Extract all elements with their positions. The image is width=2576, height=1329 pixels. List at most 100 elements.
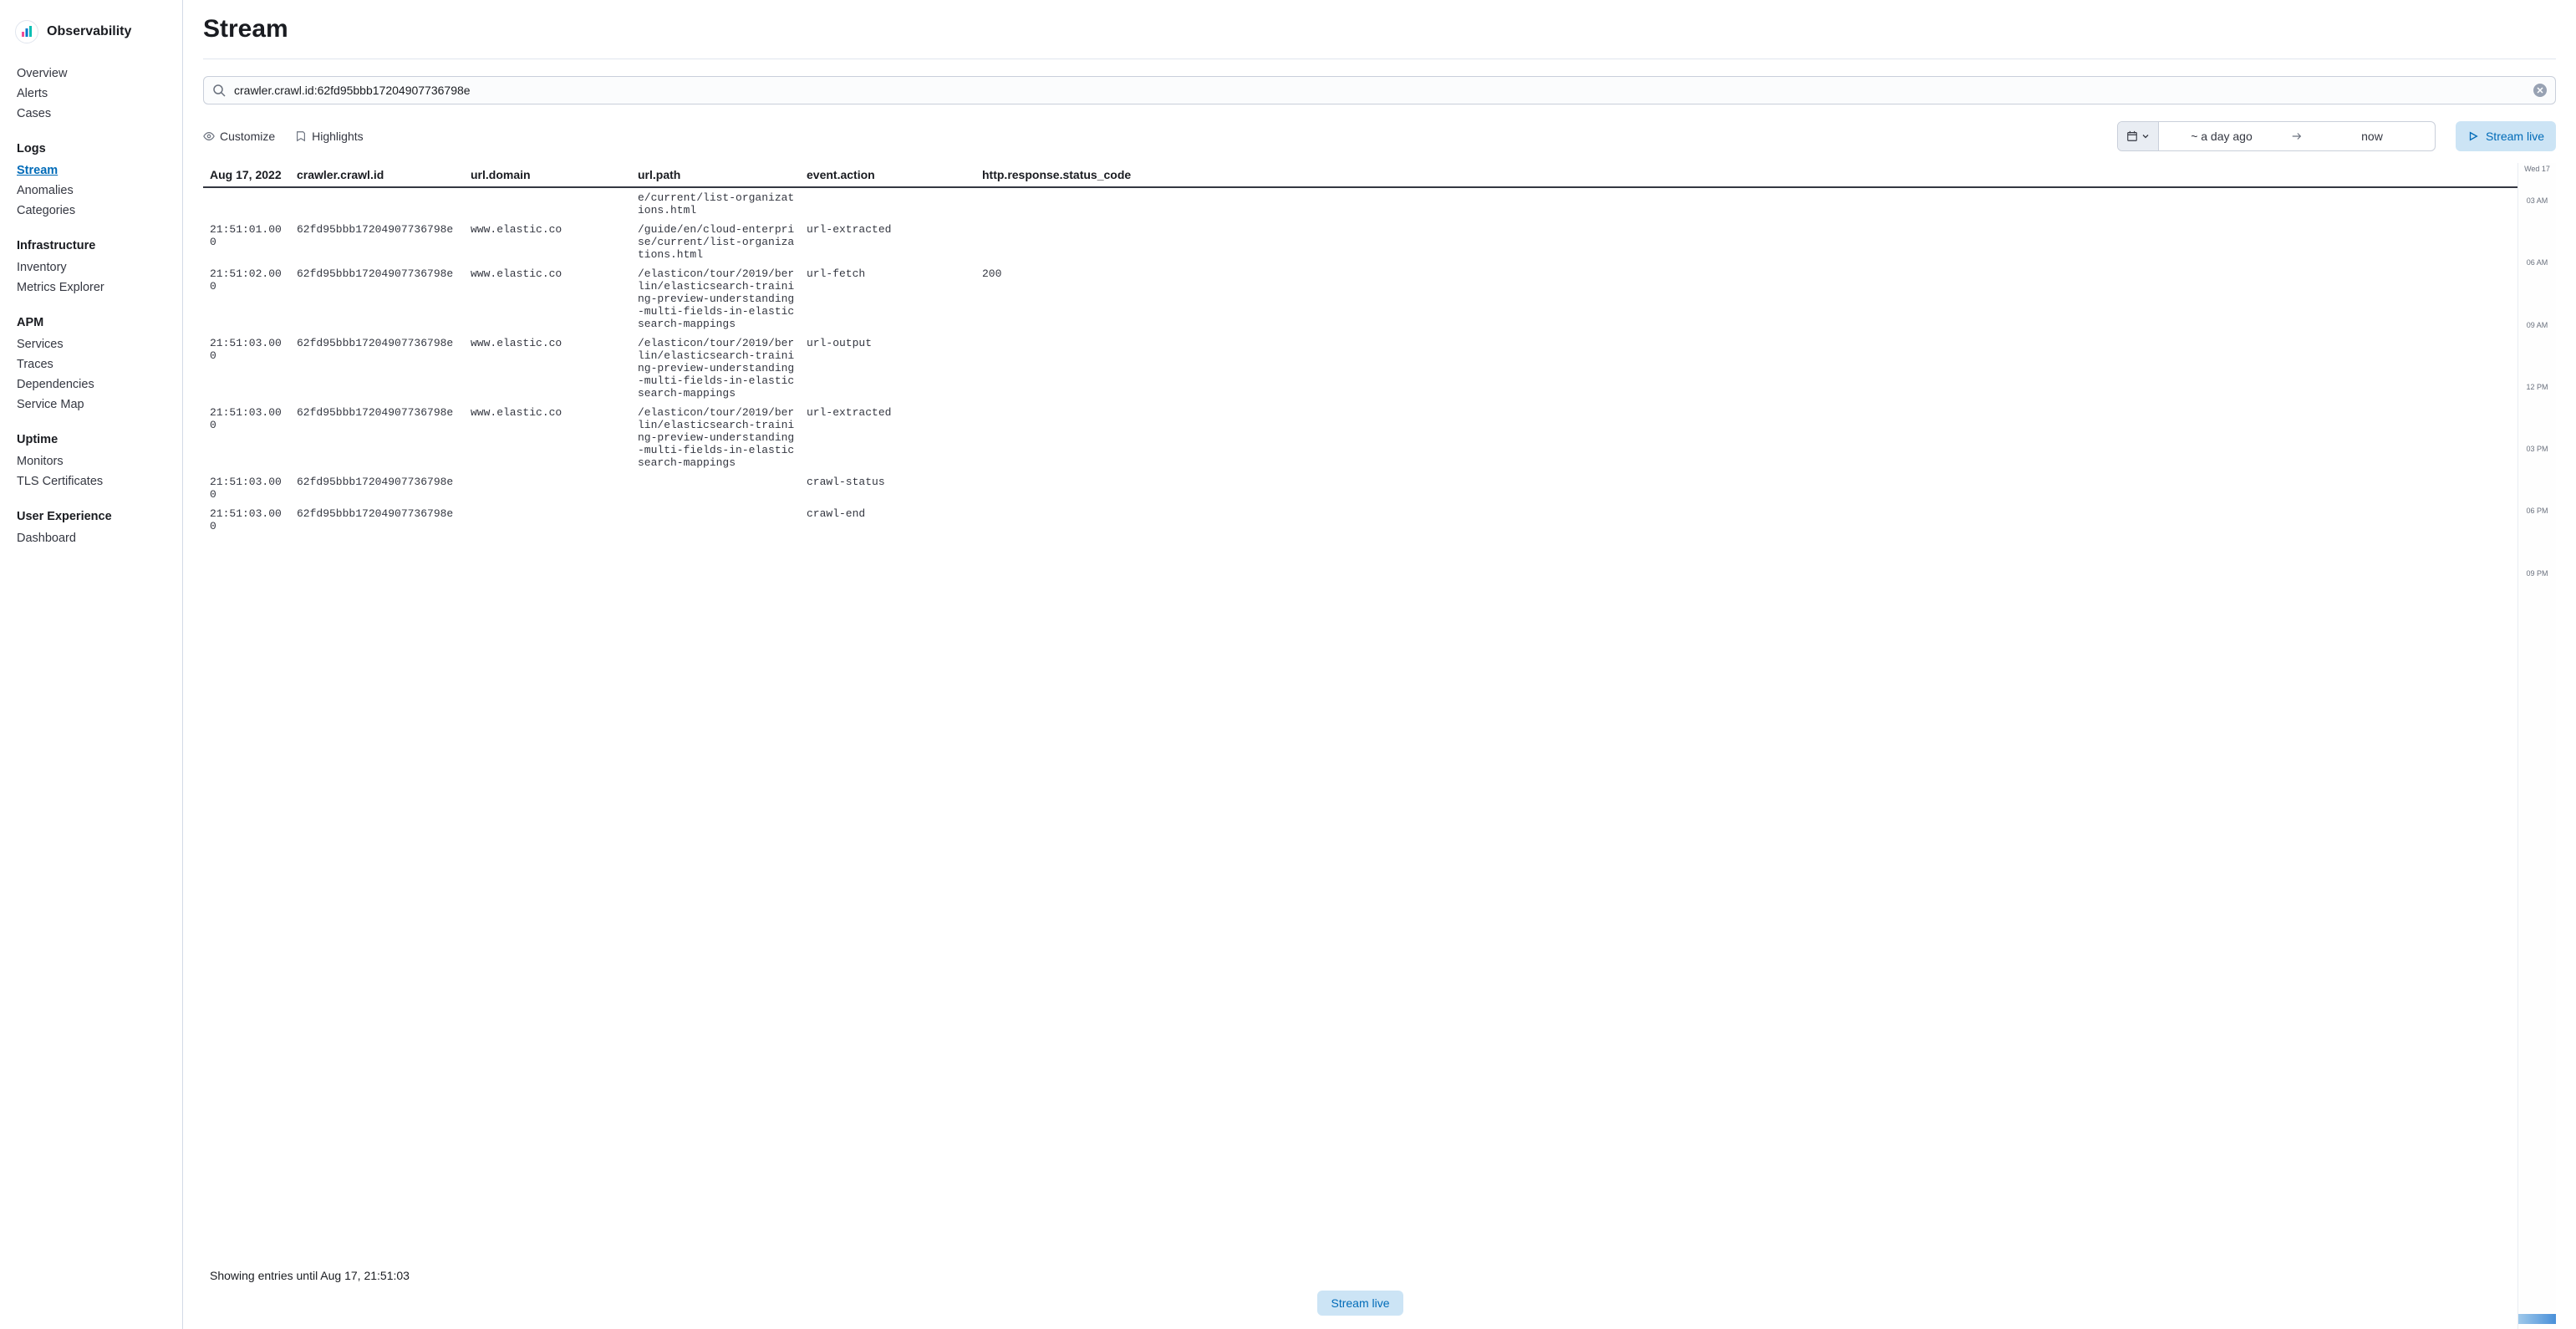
sidebar-item-dashboard[interactable]: Dashboard <box>0 528 182 548</box>
calendar-icon <box>2126 130 2138 142</box>
table-row[interactable]: 21:51:01.00062fd95bbb17204907736798ewww.… <box>203 220 2517 264</box>
sidebar-item-categories[interactable]: Categories <box>0 201 182 221</box>
sidebar-item-tls-certificates[interactable]: TLS Certificates <box>0 471 182 491</box>
timeline-tick: 09 PM <box>2520 569 2554 578</box>
table-row[interactable]: 21:51:03.00062fd95bbb17204907736798ecraw… <box>203 472 2517 504</box>
timeline-marker <box>2518 1314 2556 1324</box>
sidebar-item-stream[interactable]: Stream <box>0 160 182 181</box>
cell-crawl: 62fd95bbb17204907736798e <box>297 223 471 236</box>
arrow-right-icon <box>2284 122 2309 150</box>
cell-time: 21:51:01.000 <box>203 223 297 248</box>
table-row[interactable]: 21:51:02.00062fd95bbb17204907736798ewww.… <box>203 264 2517 334</box>
cell-path: /guide/en/cloud-enterprise/current/list-… <box>638 223 807 261</box>
cell-crawl: 62fd95bbb17204907736798e <box>297 507 471 520</box>
cell-crawl: 62fd95bbb17204907736798e <box>297 476 471 488</box>
sidebar-item-alerts[interactable]: Alerts <box>0 84 182 104</box>
sidebar-item-anomalies[interactable]: Anomalies <box>0 181 182 201</box>
sidebar: Observability OverviewAlertsCases LogsSt… <box>0 0 183 1329</box>
clear-search-button[interactable] <box>2533 84 2547 97</box>
stream-live-bottom-button[interactable]: Stream live <box>1317 1291 1403 1316</box>
highlights-label: Highlights <box>312 130 363 143</box>
stream-live-button[interactable]: Stream live <box>2456 121 2556 151</box>
col-path[interactable]: url.path <box>638 168 807 181</box>
observability-logo-icon <box>15 20 38 43</box>
sidebar-item-cases[interactable]: Cases <box>0 104 182 124</box>
nav-heading: User Experience <box>0 505 182 528</box>
timeline-day-label: Wed 17 <box>2520 165 2554 173</box>
cell-action: url-extracted <box>807 223 982 236</box>
cell-domain: www.elastic.co <box>471 337 638 349</box>
footer-note: Showing entries until Aug 17, 21:51:03 <box>203 1254 2517 1291</box>
nav-heading: APM <box>0 311 182 334</box>
table-row[interactable]: e/current/list-organizations.html <box>203 188 2517 220</box>
timeline-minimap[interactable]: Wed 1703 AM06 AM09 AM12 PM03 PM06 PM09 P… <box>2517 163 2556 1329</box>
nav-section-user-experience: User ExperienceDashboard <box>0 502 182 558</box>
log-table: Aug 17, 2022 crawler.crawl.id url.domain… <box>203 163 2517 1329</box>
col-action[interactable]: event.action <box>807 168 982 181</box>
timeline-tick: 06 AM <box>2520 258 2554 267</box>
cell-action: url-output <box>807 337 982 349</box>
date-picker-button[interactable] <box>2118 122 2159 150</box>
search-input[interactable] <box>234 84 2525 97</box>
sidebar-item-inventory[interactable]: Inventory <box>0 257 182 278</box>
sidebar-item-monitors[interactable]: Monitors <box>0 451 182 471</box>
date-range-picker: ~ a day ago now <box>2117 121 2436 151</box>
cell-crawl: 62fd95bbb17204907736798e <box>297 267 471 280</box>
cell-path: /elasticon/tour/2019/berlin/elasticsearc… <box>638 267 807 330</box>
sidebar-item-overview[interactable]: Overview <box>0 64 182 84</box>
main: Stream Customize Highlights ~ a day ago <box>183 0 2576 1329</box>
cell-time: 21:51:03.000 <box>203 507 297 532</box>
cell-domain: www.elastic.co <box>471 406 638 419</box>
sidebar-item-dependencies[interactable]: Dependencies <box>0 374 182 395</box>
col-timestamp[interactable]: Aug 17, 2022 <box>203 168 297 181</box>
cell-action: url-extracted <box>807 406 982 419</box>
customize-button[interactable]: Customize <box>203 130 275 143</box>
play-icon <box>2467 130 2479 142</box>
page-title: Stream <box>203 15 2556 59</box>
nav-heading: Uptime <box>0 428 182 451</box>
timeline-tick: 12 PM <box>2520 383 2554 391</box>
search-icon <box>212 84 226 97</box>
cell-action: url-fetch <box>807 267 982 280</box>
date-from[interactable]: ~ a day ago <box>2159 122 2284 150</box>
cell-path: /elasticon/tour/2019/berlin/elasticsearc… <box>638 406 807 469</box>
table-header: Aug 17, 2022 crawler.crawl.id url.domain… <box>203 163 2517 188</box>
col-domain[interactable]: url.domain <box>471 168 638 181</box>
cell-time: 21:51:03.000 <box>203 476 297 501</box>
nav-section-logs: LogsStreamAnomaliesCategories <box>0 134 182 231</box>
col-status[interactable]: http.response.status_code <box>982 168 2517 181</box>
brand: Observability <box>0 13 182 60</box>
search-bar[interactable] <box>203 76 2556 104</box>
timeline-tick: 09 AM <box>2520 321 2554 329</box>
customize-label: Customize <box>220 130 275 143</box>
nav-section-uptime: UptimeMonitorsTLS Certificates <box>0 425 182 502</box>
cell-path: /elasticon/tour/2019/berlin/elasticsearc… <box>638 337 807 400</box>
nav-section-infrastructure: InfrastructureInventoryMetrics Explorer <box>0 231 182 308</box>
table-body[interactable]: e/current/list-organizations.html21:51:0… <box>203 188 2517 1254</box>
sidebar-item-service-map[interactable]: Service Map <box>0 395 182 415</box>
cell-crawl: 62fd95bbb17204907736798e <box>297 337 471 349</box>
sidebar-item-services[interactable]: Services <box>0 334 182 354</box>
cell-domain: www.elastic.co <box>471 223 638 236</box>
sidebar-item-metrics-explorer[interactable]: Metrics Explorer <box>0 278 182 298</box>
table-row[interactable]: 21:51:03.00062fd95bbb17204907736798ewww.… <box>203 403 2517 472</box>
table-row[interactable]: 21:51:03.00062fd95bbb17204907736798ewww.… <box>203 334 2517 403</box>
cell-action: crawl-end <box>807 507 982 520</box>
nav-section-apm: APMServicesTracesDependenciesService Map <box>0 308 182 425</box>
sidebar-item-traces[interactable]: Traces <box>0 354 182 374</box>
timeline-tick: 03 AM <box>2520 196 2554 205</box>
cell-time: 21:51:03.000 <box>203 406 297 431</box>
cell-time: 21:51:02.000 <box>203 267 297 293</box>
highlights-button[interactable]: Highlights <box>295 130 363 143</box>
nav-heading: Logs <box>0 137 182 160</box>
nav-heading: Infrastructure <box>0 234 182 257</box>
cell-time: 21:51:03.000 <box>203 337 297 362</box>
timeline-tick: 06 PM <box>2520 507 2554 515</box>
table-row[interactable]: 21:51:03.00062fd95bbb17204907736798e craw… <box>203 504 2517 536</box>
nav-section-top: OverviewAlertsCases <box>0 60 182 134</box>
toolbar: Customize Highlights ~ a day ago now Str… <box>203 121 2556 151</box>
cell-status: 200 <box>982 267 2517 280</box>
chevron-down-icon <box>2141 132 2150 140</box>
date-to[interactable]: now <box>2309 122 2435 150</box>
col-crawl-id[interactable]: crawler.crawl.id <box>297 168 471 181</box>
